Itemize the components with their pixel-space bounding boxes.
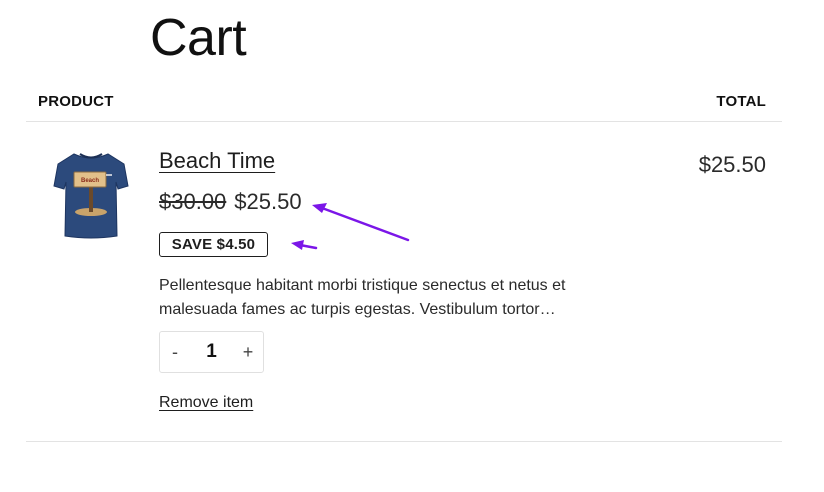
product-name-link[interactable]: Beach Time [159,148,275,174]
product-description: Pellentesque habitant morbi tristique se… [159,277,566,318]
svg-text:Beach: Beach [81,178,99,184]
quantity-value[interactable]: 1 [197,341,227,363]
save-badge: SAVE $4.50 [159,232,268,257]
column-header-product: PRODUCT [38,93,114,110]
page-title: Cart [150,9,247,67]
original-price: $30.00 [159,189,227,214]
annotation-arrows [291,203,410,250]
table-divider-top [26,121,782,122]
annotation-arrow-price [312,203,410,242]
tshirt-beach-image: Beach [53,153,129,239]
table-divider-bottom [26,441,782,442]
product-thumbnail[interactable]: Beach [52,148,130,244]
quantity-increase-button[interactable]: + [233,342,263,363]
quantity-stepper: - 1 + [159,331,264,373]
column-header-total: TOTAL [716,93,766,110]
price-row: $30.00 $25.50 [159,189,302,215]
remove-item-link[interactable]: Remove item [159,394,253,412]
annotation-arrow-badge [291,240,318,250]
sale-price: $25.50 [234,189,302,214]
quantity-decrease-button[interactable]: - [160,342,190,363]
line-total: $25.50 [698,152,766,177]
